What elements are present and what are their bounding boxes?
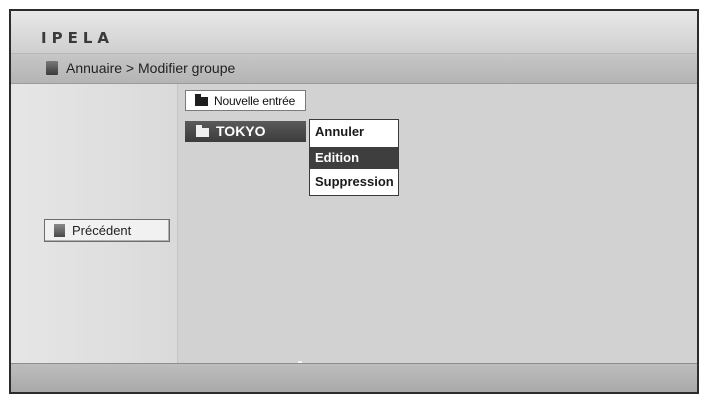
footer-bar xyxy=(11,363,697,392)
back-button[interactable]: Précédent xyxy=(44,219,170,242)
folder-icon xyxy=(196,125,209,137)
context-menu: Annuler Edition Suppression xyxy=(309,119,399,196)
new-entry-item[interactable]: Nouvelle entrée xyxy=(185,90,306,111)
ipela-logo: IPELA xyxy=(41,29,114,47)
directory-icon xyxy=(54,224,65,237)
header-bar: IPELA xyxy=(11,11,697,54)
app-window: IPELA Annuaire > Modifier groupe Précéde… xyxy=(9,9,699,394)
new-entry-label: Nouvelle entrée xyxy=(214,94,296,108)
folder-icon xyxy=(195,94,208,106)
menu-item-cancel[interactable]: Annuler xyxy=(310,121,398,143)
directory-icon xyxy=(46,61,58,75)
back-button-label: Précédent xyxy=(72,223,132,238)
breadcrumb: Annuaire > Modifier groupe xyxy=(11,54,697,84)
folder-item-tokyo[interactable]: TOKYO xyxy=(185,121,306,142)
folder-label: TOKYO xyxy=(216,123,266,139)
menu-item-delete[interactable]: Suppression xyxy=(310,171,398,193)
sidebar: Précédent xyxy=(11,84,178,366)
menu-item-edit[interactable]: Edition xyxy=(310,147,398,169)
breadcrumb-text: Annuaire > Modifier groupe xyxy=(66,60,236,76)
